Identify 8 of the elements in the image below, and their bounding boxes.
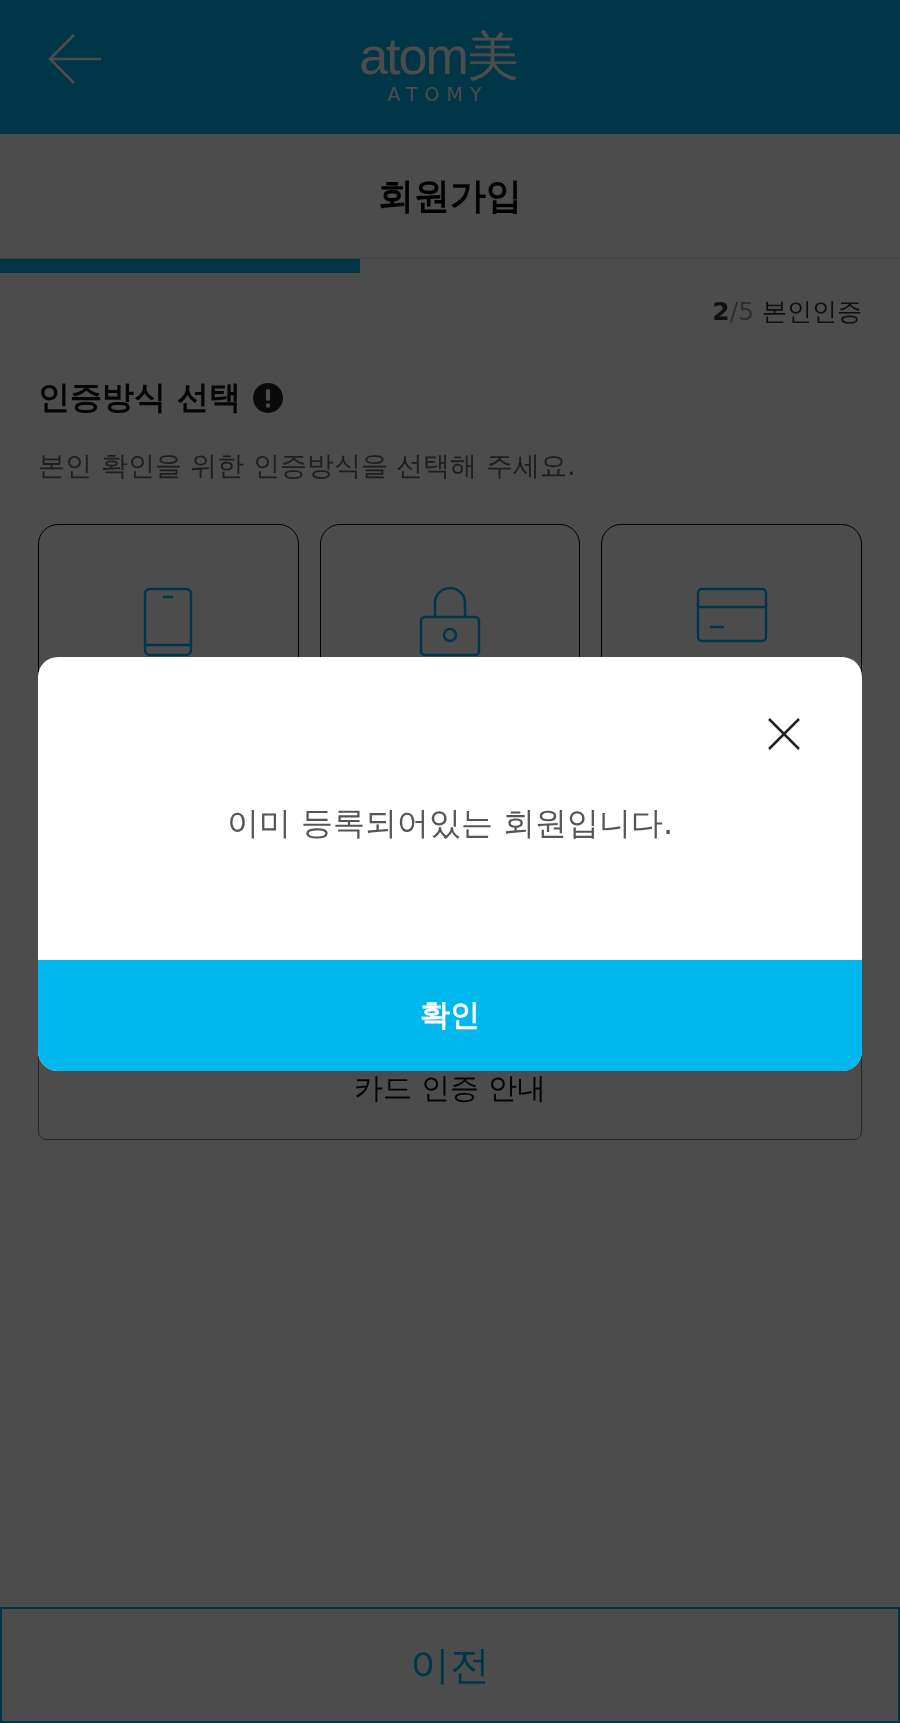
close-icon[interactable] [767, 717, 801, 751]
page-title: 회원가입 [378, 173, 522, 218]
dialog-message: 이미 등록되어있는 회원입니다. [226, 802, 674, 844]
brand-name: ATOMY [387, 83, 489, 105]
brand-logo: atom美 [359, 29, 517, 83]
confirm-button[interactable]: 확인 [38, 960, 862, 1071]
card-guide-label: 카드 인증 안내 [353, 1070, 547, 1107]
section-heading: 인증방식 선택 [38, 377, 242, 418]
